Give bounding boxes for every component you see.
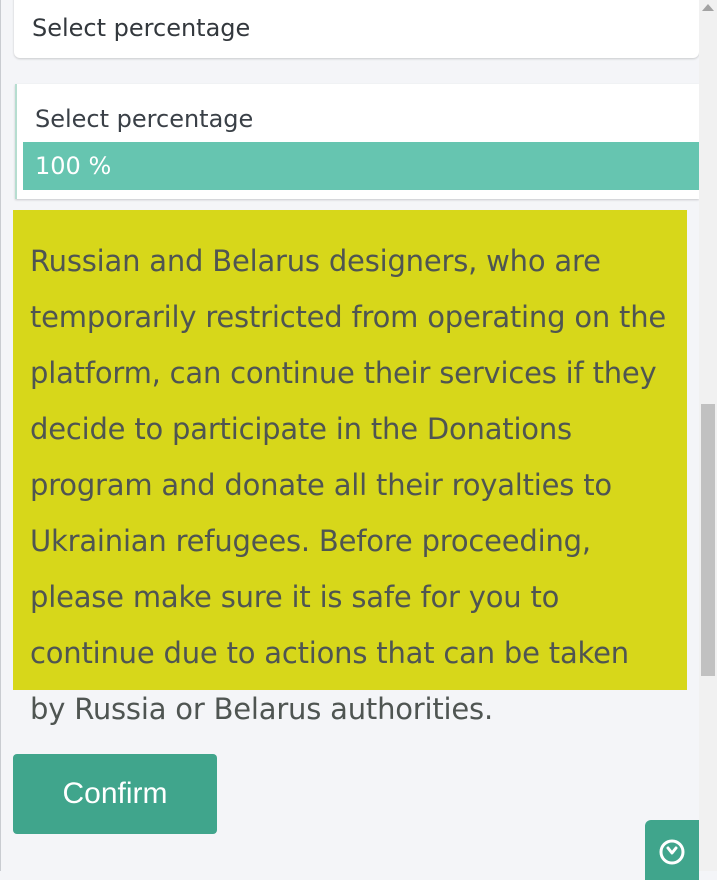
percentage-dropdown-list: Select percentage 100 %	[15, 84, 699, 199]
page-left-border	[0, 0, 1, 871]
confirm-button[interactable]: Confirm	[13, 754, 217, 834]
restriction-notice: Russian and Belarus designers, who are t…	[13, 210, 687, 726]
scroll-up-arrow-icon[interactable]	[702, 4, 714, 11]
chevron-circle-icon	[659, 839, 685, 865]
percentage-select-label: Select percentage	[32, 14, 251, 42]
scrollbar-thumb[interactable]	[701, 404, 715, 676]
restriction-notice-text: Russian and Belarus designers, who are t…	[30, 244, 667, 726]
floating-widget-button[interactable]	[645, 820, 699, 880]
dropdown-focus-edge	[15, 84, 17, 199]
dropdown-option-placeholder[interactable]: Select percentage	[23, 95, 699, 143]
dropdown-option-100-percent[interactable]: 100 %	[23, 142, 699, 190]
percentage-select[interactable]: Select percentage	[14, 0, 699, 58]
